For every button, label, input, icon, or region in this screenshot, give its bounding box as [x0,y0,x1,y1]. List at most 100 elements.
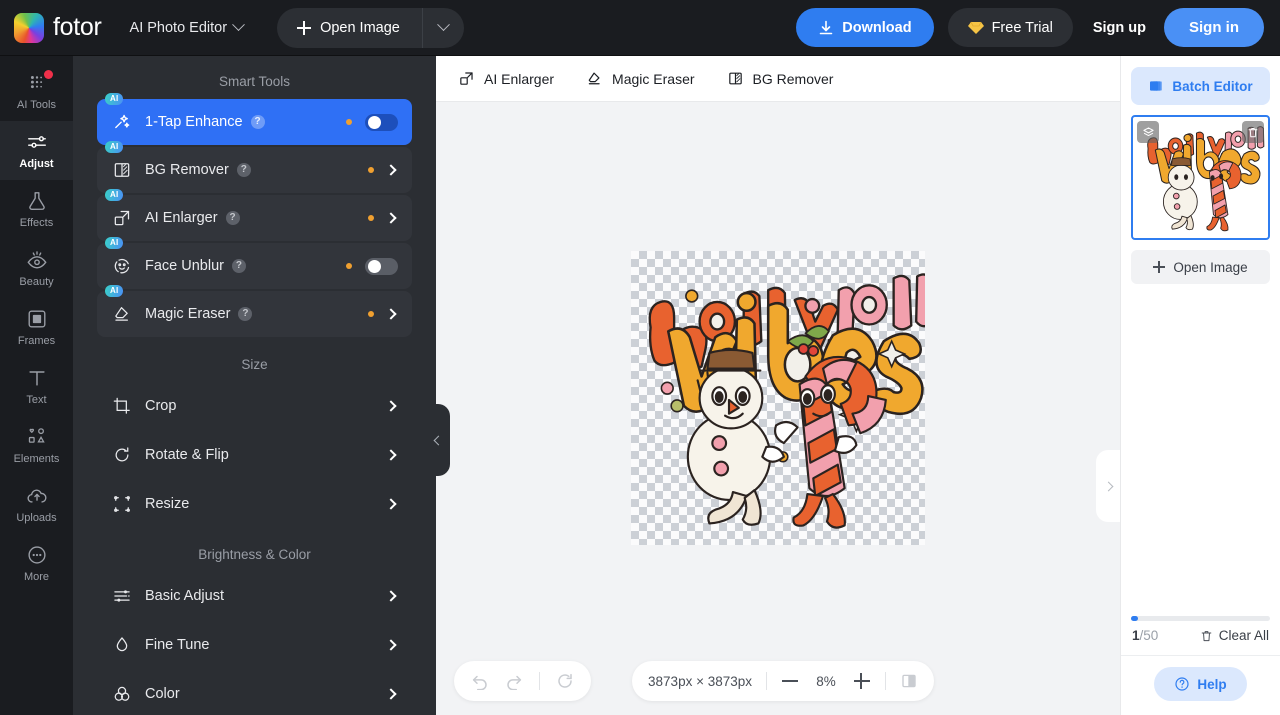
tool-row-bg-remover[interactable]: AI BG Remover ? [97,141,412,193]
count-current: 1 [1132,628,1140,643]
plus-icon [297,20,312,35]
sidebar-item-effects[interactable]: Effects [0,180,73,239]
chevron-right-icon [385,687,397,700]
tool-row-basic-adjust[interactable]: Basic Adjust [97,572,412,619]
fotor-logo-icon [14,12,44,43]
tool-row-rotate-flip[interactable]: Rotate & Flip [97,431,412,478]
open-image-group: Open Image [277,7,464,48]
magic-eraser-icon [115,307,128,321]
zoom-out-button[interactable] [781,672,799,690]
fotor-app-window: fotor AI Photo Editor Open Image Downloa… [0,0,1280,715]
open-image-dropdown-button[interactable] [421,7,464,48]
toolbar-magic-eraser[interactable]: Magic Eraser [586,70,695,87]
canvas-area[interactable]: 3873px × 3873px 8% [436,102,1120,715]
magic-eraser-icon [588,72,600,85]
tool-row-ai-enlarger[interactable]: AI AI Enlarger ? [97,189,412,241]
help-icon[interactable]: ? [250,115,265,129]
sidebar-item-frames[interactable]: Frames [0,298,73,357]
image-dimensions: 3873px × 3873px [648,673,752,689]
tool-row-magic-eraser[interactable]: AI Magic Eraser ? [97,285,412,337]
clear-all-button[interactable]: Clear All [1200,628,1269,643]
face-unblur-icon [114,258,130,274]
free-trial-label: Free Trial [991,19,1053,36]
app-mode-selector[interactable]: AI Photo Editor [129,18,245,36]
toggle-knob [368,259,381,273]
open-image-button[interactable]: Open Image [277,8,422,48]
chevron-right-icon [1103,481,1113,491]
chevron-right-icon [385,212,397,224]
tool-label: 1-Tap Enhance [145,114,243,130]
tool-row-face-unblur[interactable]: AI Face Unblur ? [97,237,412,289]
app-mode-label: AI Photo Editor [129,19,228,36]
bg-remover-icon [114,163,130,177]
chevron-right-icon [385,308,397,320]
batch-editor-button[interactable]: Batch Editor [1131,67,1270,105]
sidebar-item-label: Beauty [19,276,54,288]
tool-label: Fine Tune [145,636,210,653]
batch-editor-label: Batch Editor [1172,78,1253,94]
open-image-small-button[interactable]: Open Image [1131,250,1270,284]
reset-icon[interactable] [556,672,574,690]
undo-icon[interactable] [471,672,489,690]
sidebar-item-more[interactable]: More [0,534,73,593]
sidebar-item-text[interactable]: Text [0,357,73,416]
tool-row-1-tap-enhance[interactable]: AI 1-Tap Enhance ? [97,93,412,145]
help-icon[interactable]: ? [238,307,253,321]
help-circle-icon [1175,677,1189,691]
artboard[interactable] [631,250,925,545]
sidebar-item-beauty[interactable]: Beauty [0,239,73,298]
image-thumbnail[interactable] [1131,115,1270,240]
tool-label: Color [145,685,180,702]
compare-view-icon[interactable] [900,672,918,690]
sign-in-button[interactable]: Sign in [1164,8,1264,47]
toolbar-label: AI Enlarger [484,70,555,87]
tool-row-color[interactable]: Color [97,670,412,715]
help-icon[interactable]: ? [231,259,246,273]
clear-all-label: Clear All [1218,628,1269,643]
ai-badge: AI [105,189,124,201]
sidebar-item-adjust[interactable]: Adjust [0,121,73,180]
sidebar-item-uploads[interactable]: Uploads [0,475,73,534]
sidebar-item-label: Uploads [16,512,57,524]
sidebar-item-ai-tools[interactable]: AI Tools [0,62,73,121]
chevron-right-icon [385,448,397,461]
thumbnail-delete-button[interactable] [1242,121,1264,143]
canvas-column: AI Enlarger Magic Eraser BG Remover 3873… [436,56,1120,715]
help-button[interactable]: Help [1154,667,1247,701]
effects-icon [28,192,45,210]
tool-row-resize[interactable]: Resize [97,480,412,527]
free-trial-button[interactable]: Free Trial [947,8,1073,47]
thumbnail-layers-button[interactable] [1137,121,1159,143]
canvas-toolbar: AI Enlarger Magic Eraser BG Remover [436,56,1120,102]
download-button[interactable]: Download [796,8,934,47]
zoom-in-button[interactable] [853,672,871,690]
plus-icon [1153,261,1166,273]
help-icon[interactable]: ? [236,163,251,177]
toggle-knob [368,115,381,129]
toolbar-ai-enlarger[interactable]: AI Enlarger [458,70,554,87]
rotate-icon [115,446,129,461]
chevron-down-icon [437,18,450,32]
sidebar-item-elements[interactable]: Elements [0,416,73,475]
frames-icon [28,310,45,328]
elements-icon [28,428,45,443]
sidebar-item-label: Adjust [19,158,54,170]
tool-row-crop[interactable]: Crop [97,382,412,429]
help-icon[interactable]: ? [225,211,240,225]
count-total: /50 [1139,628,1159,643]
toolbar-bg-remover[interactable]: BG Remover [727,70,834,87]
collapse-right-panel-handle[interactable] [1096,450,1120,522]
thumbnail-scrollbar[interactable] [1131,616,1270,621]
adjust-icon [27,136,46,148]
collapse-tools-panel-handle[interactable] [426,404,450,476]
scrollbar-thumb[interactable] [1131,616,1138,621]
divider [766,672,767,690]
redo-icon[interactable] [505,672,523,690]
toggle-1-tap-enhance[interactable] [365,113,398,131]
toolbar-label: BG Remover [752,70,834,87]
sign-up-button[interactable]: Sign up [1093,20,1146,36]
brand-logo[interactable]: fotor [14,12,102,43]
batch-layers-icon [1150,81,1163,91]
tool-row-fine-tune[interactable]: Fine Tune [97,621,412,668]
toggle-face-unblur[interactable] [365,257,398,275]
